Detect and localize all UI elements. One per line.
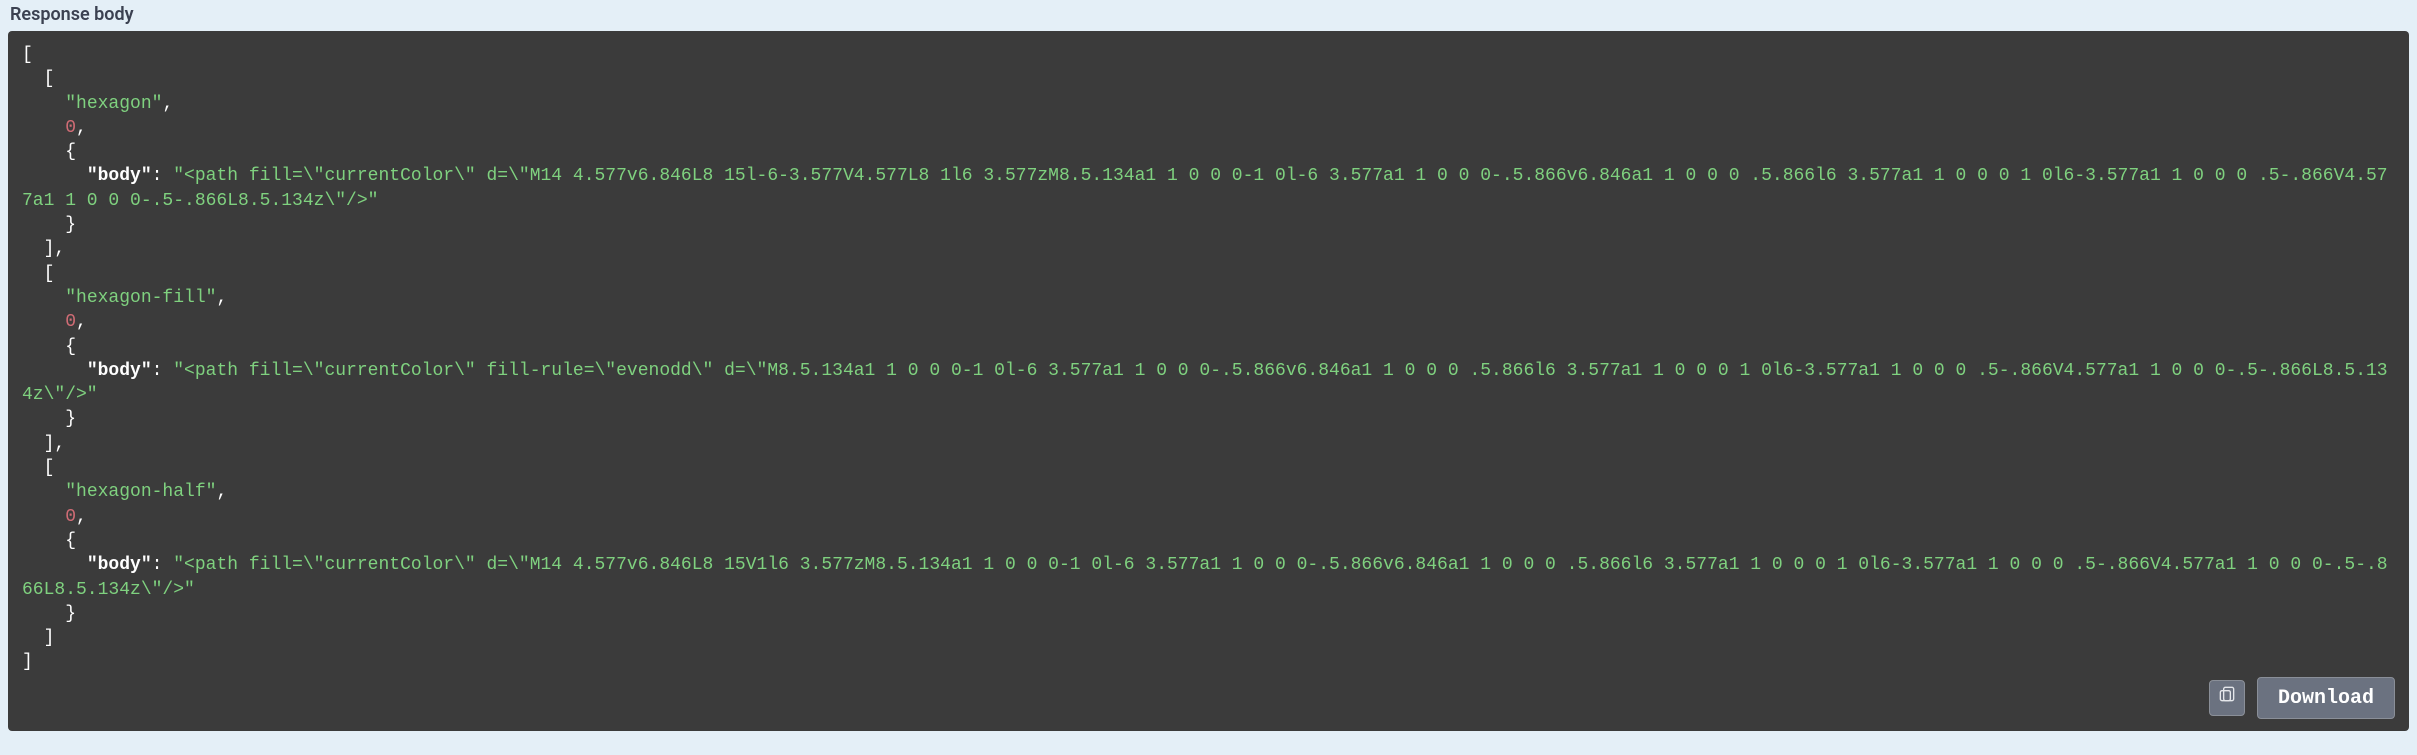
download-button[interactable]: Download [2257,677,2395,719]
copy-to-clipboard-button[interactable] [2209,680,2245,716]
response-body-code[interactable]: [ [ "hexagon", 0, { "body": "<path fill=… [8,31,2409,731]
response-body-controls: Download [2209,677,2395,719]
clipboard-icon [2217,684,2237,712]
section-label-response-body: Response body [10,4,2409,25]
